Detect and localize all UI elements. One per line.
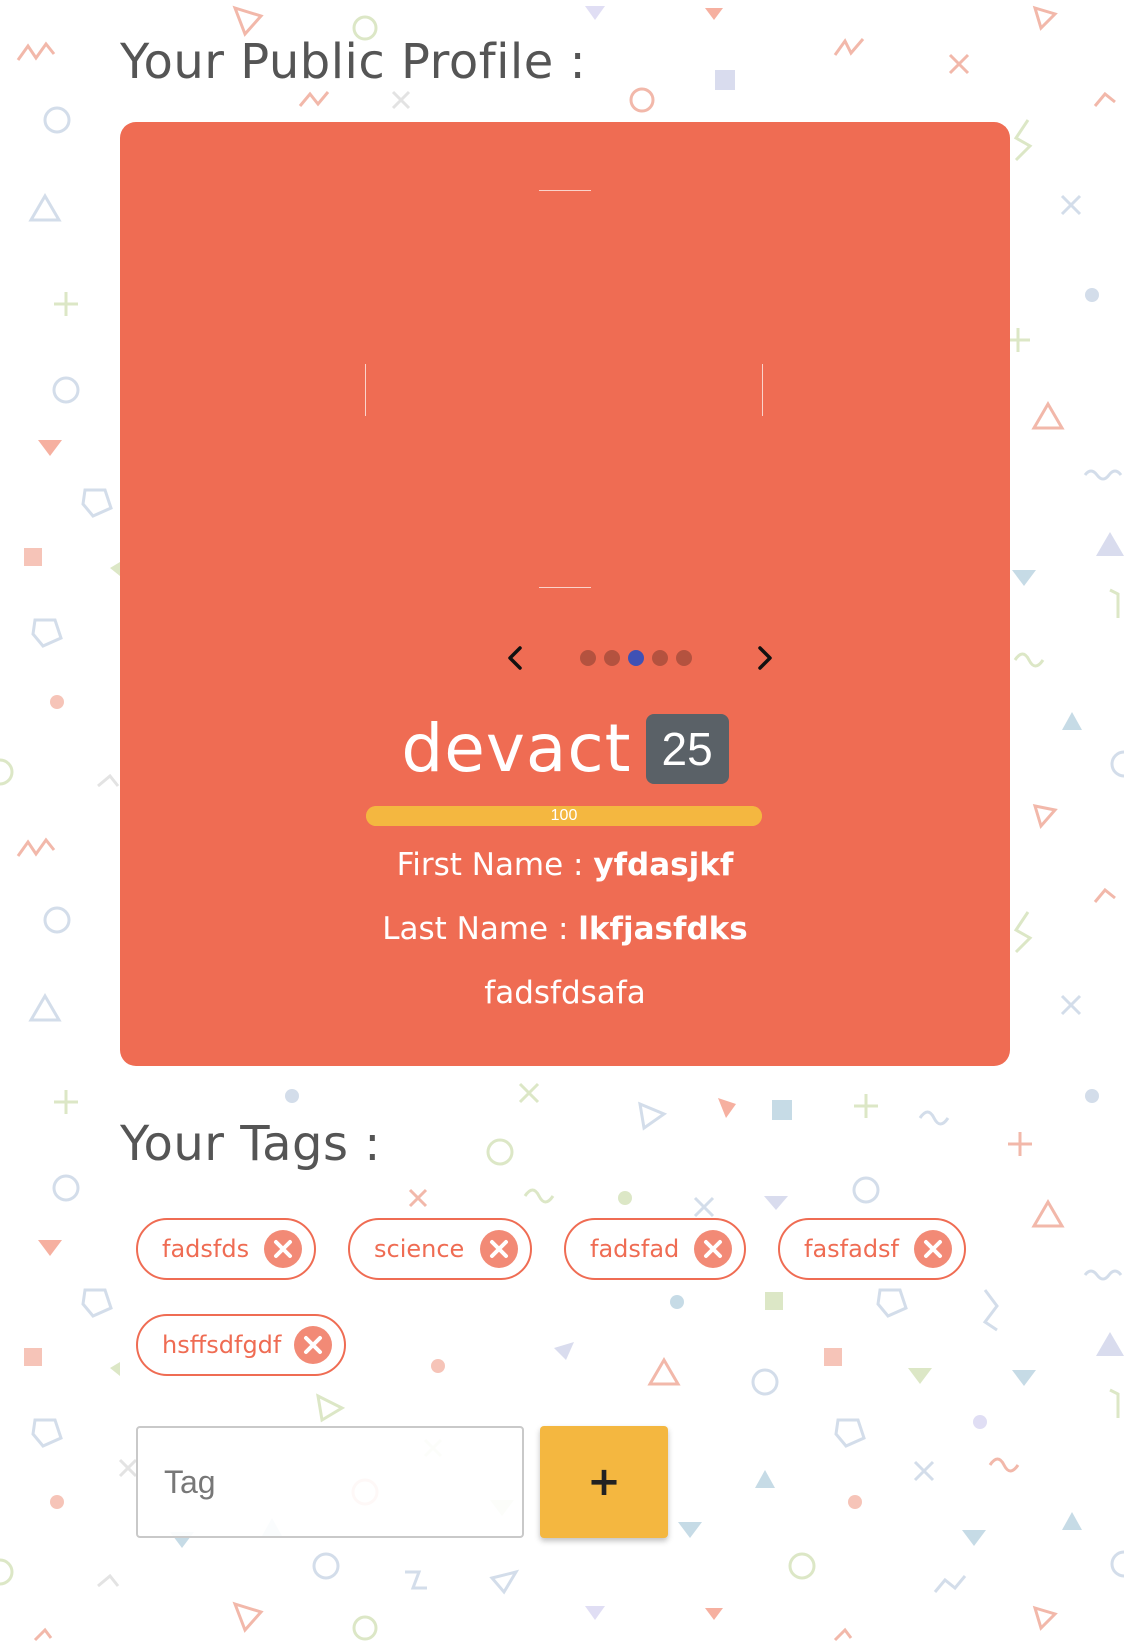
username-row: devact 25 xyxy=(120,710,1010,800)
carousel-dot[interactable] xyxy=(628,650,644,666)
remove-tag-icon[interactable] xyxy=(294,1326,332,1364)
tag-chip: fadsfad xyxy=(564,1218,746,1280)
last-name-label: Last Name : xyxy=(382,911,579,947)
last-name-value: lkfjasfdks xyxy=(578,911,748,947)
remove-tag-icon[interactable] xyxy=(694,1230,732,1268)
first-name-label: First Name : xyxy=(396,847,594,883)
page-content: Your Public Profile : devact 25 100 First xyxy=(0,0,1124,1646)
tag-label: hsffsdfgdf xyxy=(162,1331,282,1359)
age-badge: 25 xyxy=(645,713,729,784)
carousel-dot[interactable] xyxy=(676,650,692,666)
first-name-value: yfdasjkf xyxy=(593,847,734,883)
profile-heading: Your Public Profile : xyxy=(120,34,587,90)
photo-frame-edge xyxy=(539,587,591,588)
carousel-dot[interactable] xyxy=(652,650,668,666)
tag-label: science xyxy=(374,1235,465,1263)
tag-chip: hsffsdfgdf xyxy=(136,1314,346,1376)
tag-chip: science xyxy=(348,1218,532,1280)
remove-tag-icon[interactable] xyxy=(914,1230,952,1268)
photo-carousel[interactable] xyxy=(365,190,763,588)
carousel-dot[interactable] xyxy=(580,650,596,666)
profile-card: devact 25 100 First Name : yfdasjkf Last … xyxy=(120,122,1010,1066)
add-tag-button[interactable]: + xyxy=(540,1426,668,1538)
first-name-line: First Name : yfdasjkf xyxy=(120,847,1010,883)
chevron-left-icon[interactable] xyxy=(498,640,534,676)
tag-input[interactable] xyxy=(136,1426,524,1538)
remove-tag-icon[interactable] xyxy=(480,1230,518,1268)
tags-heading: Your Tags : xyxy=(120,1116,381,1172)
tag-chip: fasfadsf xyxy=(778,1218,966,1280)
tag-label: fadsfad xyxy=(590,1235,680,1263)
tag-chip: fadsfds xyxy=(136,1218,316,1280)
carousel-controls xyxy=(120,640,1010,676)
remove-tag-icon[interactable] xyxy=(264,1230,302,1268)
popularity-bar: 100 xyxy=(366,806,762,826)
photo-frame-edge xyxy=(539,190,591,191)
photo-frame-edge xyxy=(762,364,763,416)
chevron-right-icon[interactable] xyxy=(746,640,782,676)
last-name-line: Last Name : lkfjasfdks xyxy=(120,911,1010,947)
username: devact xyxy=(401,710,632,787)
photo-frame-edge xyxy=(365,364,366,416)
tag-label: fasfadsf xyxy=(804,1235,900,1263)
tag-label: fadsfds xyxy=(162,1235,250,1263)
carousel-dot[interactable] xyxy=(604,650,620,666)
bio-text: fadsfdsafa xyxy=(484,975,646,1011)
popularity-value: 100 xyxy=(550,807,578,824)
